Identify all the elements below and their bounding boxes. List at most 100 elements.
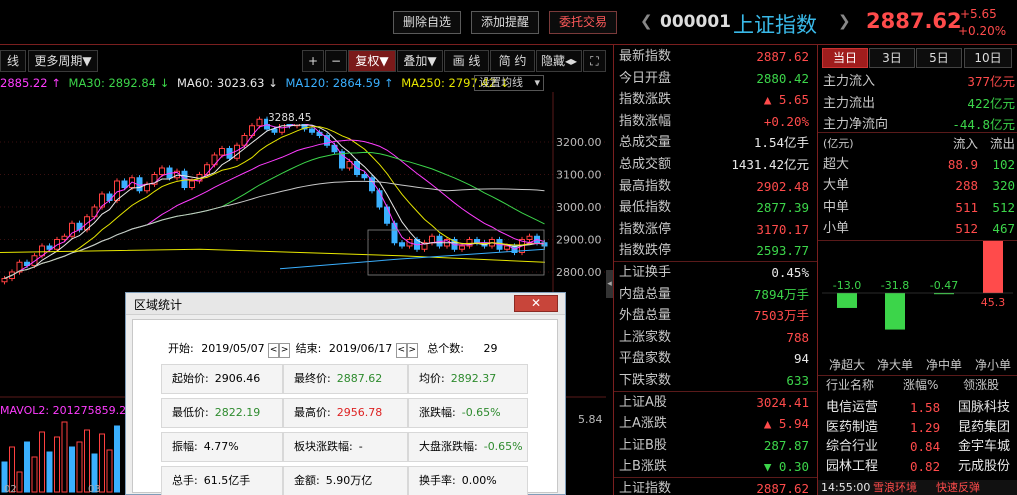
quote-value: 7894万手	[753, 286, 809, 302]
quote-label: 上证指数	[619, 481, 672, 495]
flow-out-value: 102	[992, 157, 1015, 172]
status-link[interactable]: 快速反弹	[936, 480, 980, 495]
flow-row: 主力流入 377亿元	[818, 71, 1017, 92]
start-date: 2019/05/07	[201, 342, 265, 355]
prev-stock-icon[interactable]: ❮	[640, 12, 653, 30]
period-tab[interactable]: 3日	[869, 48, 915, 68]
zoom-in-button[interactable]: +	[302, 50, 324, 72]
flow-head-cell: (亿元)	[823, 137, 854, 150]
candle	[114, 180, 120, 201]
quote-row: 总成交额 1431.42亿元	[614, 154, 814, 176]
ma-first-value: 2885.22 ↑	[0, 76, 61, 90]
flow-table-row: 小单 512 467	[818, 218, 1017, 239]
stats-value: 5.90万亿	[325, 474, 373, 487]
count-value: 29	[483, 342, 498, 355]
quote-value: 2887.62	[756, 481, 809, 495]
ma250-line	[0, 248, 546, 263]
industry-head: 行业名称 涨幅% 领涨股	[818, 376, 1017, 396]
volume-bar	[39, 431, 45, 493]
stats-cell: 最高价: 2956.78	[283, 398, 408, 428]
add-alert-button[interactable]: 添加提醒	[471, 11, 539, 34]
candle	[384, 206, 390, 224]
quote-label: 今日开盘	[619, 70, 672, 86]
region-stats-dialog: 区域统计 ✕ 开始: 2019/05/07 < > 结束: 2019/06/17 …	[125, 292, 566, 495]
flow-size-label: 中单	[823, 199, 850, 215]
stats-value: -0.65%	[483, 440, 523, 453]
quote-value: 633	[786, 373, 809, 388]
date-range-row: 开始: 2019/05/07 < > 结束: 2019/06/17 < > 总个数:…	[168, 340, 497, 358]
volume-bar	[31, 456, 38, 493]
net-flow-label: 净中单	[926, 357, 962, 372]
net-flow-label: 净小单	[975, 358, 1011, 372]
stats-value: -	[358, 440, 363, 453]
candle	[399, 242, 405, 247]
period-tab[interactable]: 当日	[822, 48, 868, 68]
quote-row: 上涨家数 788	[614, 327, 814, 349]
quote-label: 指数涨幅	[619, 113, 672, 129]
fullscreen-icon[interactable]: ⛶	[583, 50, 606, 72]
volume-bar	[54, 436, 60, 493]
industry-row[interactable]: 园林工程 0.82 元成股份	[818, 457, 1017, 477]
set-ma-dropdown[interactable]: 设置均线 ▾	[474, 75, 544, 91]
delete-watch-button[interactable]: 删除自选	[393, 11, 461, 34]
flow-table-row: 中单 511 512	[818, 197, 1017, 218]
period-tab[interactable]: 5日	[916, 48, 962, 68]
adjust-dropdown[interactable]: 复权▼	[348, 50, 396, 72]
ma-line	[4, 139, 545, 279]
draw-line-button[interactable]: 画 线	[444, 50, 489, 72]
next-stock-icon[interactable]: ❯	[838, 12, 851, 30]
stats-value: -0.65%	[461, 406, 501, 419]
industry-row[interactable]: 电信运营 1.58 国脉科技	[818, 398, 1017, 418]
quote-value: 2593.77	[756, 243, 809, 259]
quote-row: 指数跌停 2593.77	[614, 240, 814, 262]
quote-value: ▲ 5.94	[763, 416, 809, 432]
period-tab[interactable]: 10日	[964, 48, 1012, 68]
quote-row: 上证换手 0.45%	[614, 262, 814, 284]
panel-collapse-handle[interactable]: ◂	[606, 270, 613, 298]
quote-value: 0.45%	[771, 265, 809, 280]
industry-head-cell: 涨幅%	[903, 378, 939, 392]
close-icon[interactable]: ✕	[514, 295, 558, 312]
net-flow-label: 净超大	[829, 357, 865, 372]
stats-label: 振幅:	[172, 440, 198, 453]
start-prev-button[interactable]: <	[268, 343, 280, 358]
line-button[interactable]: 线	[0, 50, 26, 72]
end-prev-button[interactable]: <	[395, 343, 407, 358]
stats-cell: 最终价: 2887.62	[283, 364, 408, 394]
volume-bar	[84, 429, 90, 493]
status-bar: 14:55:00 雪浪环境 快速反弹	[818, 480, 1017, 495]
simple-mode-button[interactable]: 简 约	[490, 50, 535, 72]
flow-label: 主力流出	[823, 95, 876, 111]
dialog-titlebar[interactable]: 区域统计 ✕	[126, 293, 565, 315]
net-flow-value: 45.3	[981, 296, 1006, 309]
volume-legend: MAVOL2: 201275859.2	[0, 404, 127, 417]
industry-lead: 国脉科技	[958, 400, 1011, 415]
start-next-button[interactable]: >	[279, 343, 291, 358]
y-tick-label: 3200.00	[556, 136, 602, 149]
quote-row: 最高指数 2902.48	[614, 176, 814, 198]
status-env[interactable]: 雪浪环境	[873, 480, 917, 495]
candle	[189, 180, 195, 188]
quote-row: 外盘总量 7503万手	[614, 305, 814, 327]
quote-label: 指数跌停	[619, 243, 672, 259]
flow-head-cell: 流出	[989, 136, 1015, 151]
hide-button[interactable]: 隐藏◂▸	[536, 50, 582, 72]
industry-head-cell: 行业名称	[826, 378, 875, 392]
price-axis: 3200.00 3100.00 3000.00 2900.00 2800.00	[556, 136, 602, 279]
end-next-button[interactable]: >	[406, 343, 418, 358]
more-periods-dropdown[interactable]: 更多周期▼	[28, 50, 98, 72]
industry-name: 电信运营	[826, 400, 879, 415]
overlay-dropdown[interactable]: 叠加▼	[397, 50, 443, 72]
ma-line	[4, 126, 545, 279]
quote-value: ▲ 5.65	[763, 92, 809, 108]
industry-row[interactable]: 综合行业 0.84 金宇车城	[818, 437, 1017, 457]
industry-name: 园林工程	[826, 458, 879, 474]
industry-row[interactable]: 医药制造 1.29 昆药集团	[818, 418, 1017, 438]
stock-price: 2887.62	[866, 9, 962, 33]
zoom-out-button[interactable]: −	[325, 50, 347, 72]
net-flow-bar	[837, 293, 857, 308]
flow-head-cell: 流入	[952, 136, 978, 151]
entrust-trade-button[interactable]: 委托交易	[549, 11, 617, 34]
high-price-label: 3288.45	[268, 112, 312, 124]
quote-label: 最高指数	[619, 178, 672, 194]
